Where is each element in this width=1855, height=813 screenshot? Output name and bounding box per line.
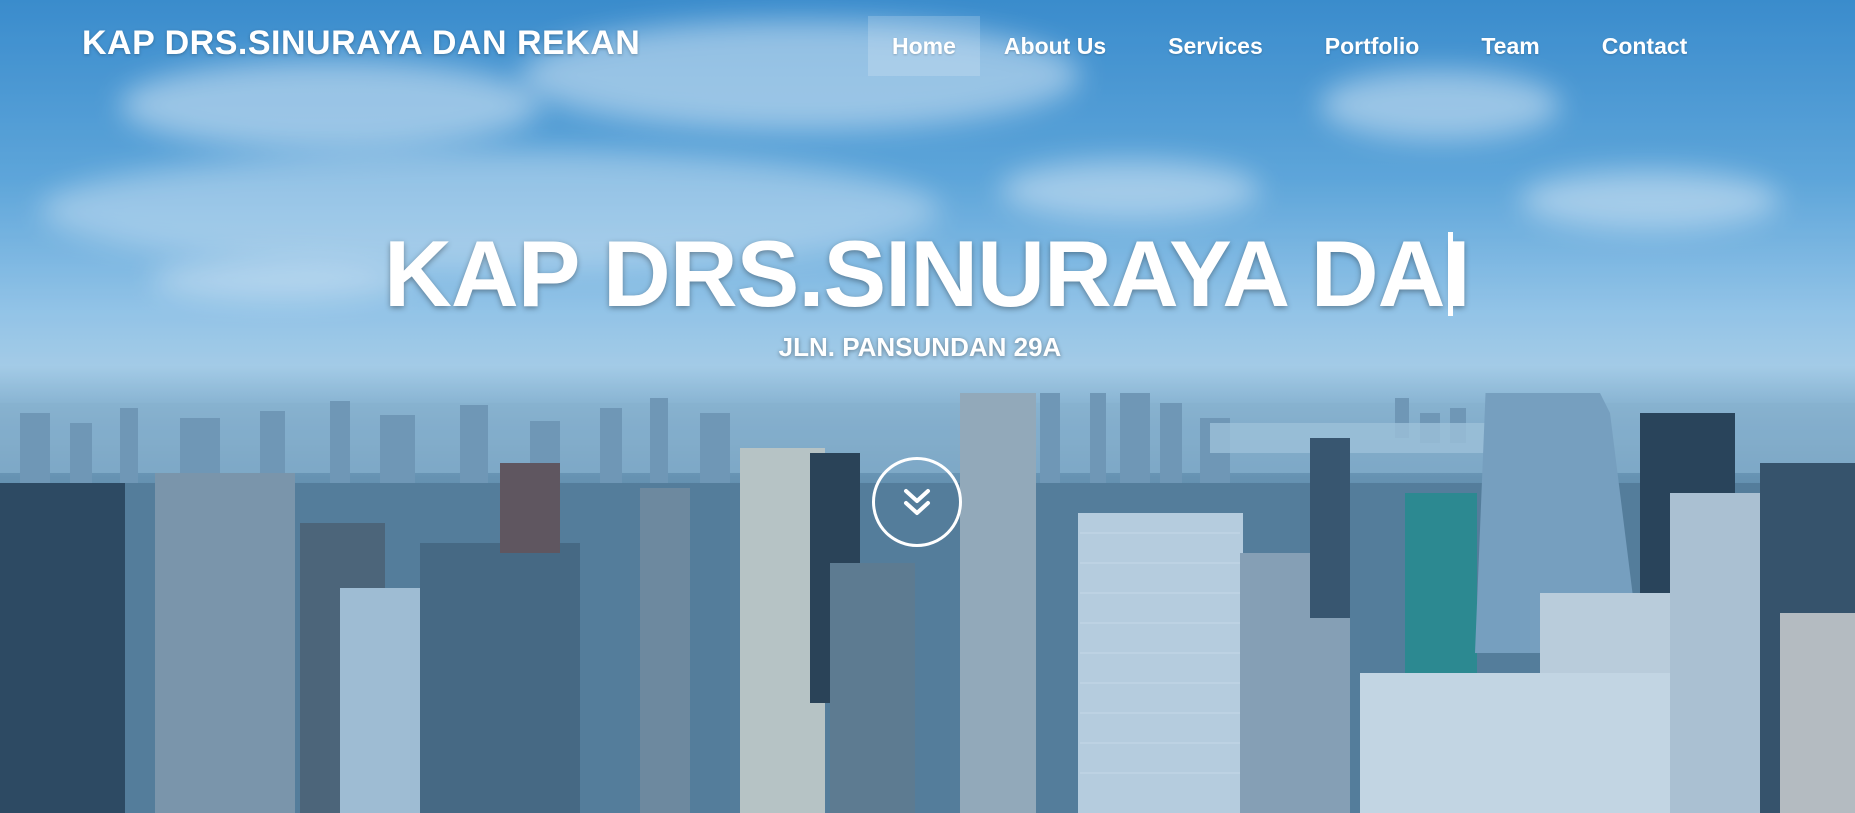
hero-section: KAP DRS.SINURAYA DAN REKAN Home About Us… — [0, 0, 1855, 813]
nav-menu: Home About Us Services Portfolio Team Co… — [868, 16, 1711, 76]
nav-item-contact[interactable]: Contact — [1564, 16, 1712, 76]
nav-item-about-us[interactable]: About Us — [980, 16, 1130, 76]
site-brand[interactable]: KAP DRS.SINURAYA DAN REKAN — [82, 24, 640, 63]
nav-item-team[interactable]: Team — [1443, 16, 1563, 76]
typing-cursor — [1448, 232, 1453, 316]
nav-item-portfolio[interactable]: Portfolio — [1287, 16, 1444, 76]
navbar: KAP DRS.SINURAYA DAN REKAN Home About Us… — [0, 0, 1855, 90]
nav-item-services[interactable]: Services — [1130, 16, 1287, 76]
scroll-down-button[interactable] — [872, 457, 962, 547]
color-overlay — [0, 0, 1855, 813]
hero-subtitle: JLN. PANSUNDAN 29A — [778, 332, 1062, 362]
double-chevron-down-icon — [904, 489, 930, 515]
hero-title: KAP DRS.SINURAYA DAI — [384, 221, 1471, 326]
nav-item-home[interactable]: Home — [868, 16, 980, 76]
